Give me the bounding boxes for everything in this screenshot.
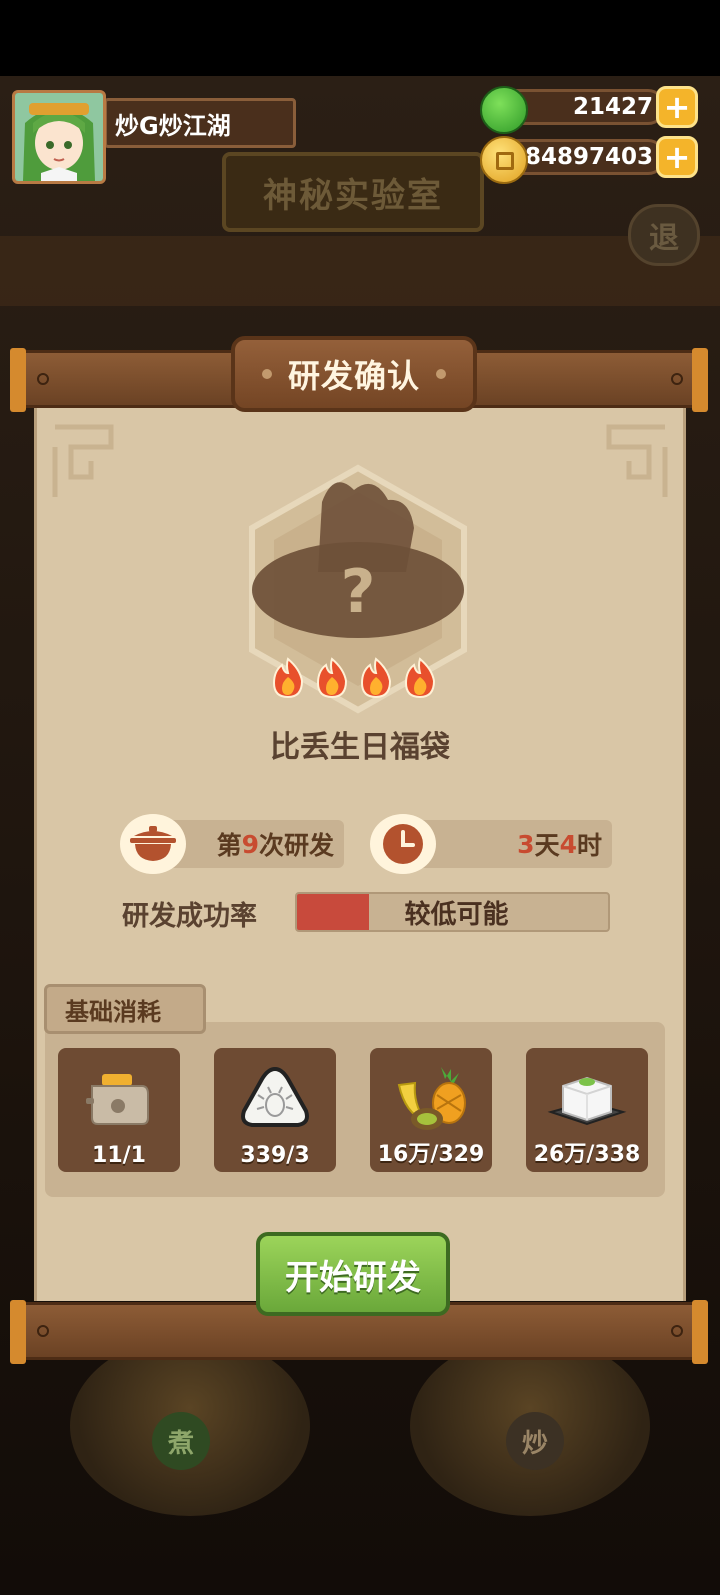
crab-riceball-icon [214, 1056, 336, 1140]
toaster-icon [58, 1056, 180, 1140]
coin-icon [480, 136, 528, 184]
success-rate-label: 研发成功率 [122, 901, 257, 932]
start-research-label: 开始研发 [285, 1257, 421, 1298]
title-dot [261, 369, 272, 379]
player-name: 炒G炒江湖 [104, 98, 296, 148]
dialog-title: 研发确认 [231, 336, 477, 412]
svg-text:?: ? [341, 557, 376, 627]
scroll-cap [692, 348, 708, 412]
time-hour-unit: 时 [576, 831, 602, 860]
scroll-cap [10, 348, 26, 412]
title-dot [436, 369, 446, 379]
success-rate-text: 较低可能 [404, 899, 509, 930]
cost-item-fruit-basket[interactable]: 16万/329 [370, 1048, 492, 1172]
flame-icon [404, 657, 436, 699]
clock-icon [370, 814, 436, 874]
fruit-basket-icon [370, 1056, 492, 1140]
attempt-prefix: 第 [216, 831, 242, 860]
dish-name: 比丢生日福袋 [270, 730, 450, 765]
cost-count: 11/1 [92, 1143, 146, 1168]
exit-button[interactable]: 退 [628, 204, 700, 266]
fry-button[interactable]: 炒 [506, 1412, 564, 1470]
corner-ornament-left [52, 424, 114, 497]
scroll-cap [10, 1300, 26, 1364]
add-coins-button[interactable]: + [656, 136, 698, 178]
corner-ornament-right [606, 424, 668, 497]
rivet [37, 373, 49, 385]
background-shelf [0, 236, 720, 306]
time-day-unit: 天 [534, 831, 560, 860]
flame-icon [272, 657, 304, 699]
player-name-text: 炒G炒江湖 [115, 111, 231, 140]
attempt-suffix: 次研发 [258, 831, 334, 860]
cost-item-toaster[interactable]: 11/1 [58, 1048, 180, 1172]
rivet [671, 373, 683, 385]
add-jade-button[interactable]: + [656, 86, 698, 128]
boil-button[interactable]: 煮 [152, 1412, 210, 1470]
rivet [37, 1325, 49, 1337]
jade-amount: 21427 [572, 94, 653, 120]
tofu-plate-icon [526, 1056, 648, 1140]
start-research-button[interactable]: 开始研发 [256, 1232, 450, 1316]
time-days: 3 [517, 829, 535, 859]
scroll-cap [692, 1300, 708, 1364]
cooking-pot-icon [120, 814, 186, 874]
base-cost-label: 基础消耗 [65, 997, 161, 1026]
cost-count: 16万/329 [377, 1142, 485, 1167]
time-hours: 4 [559, 829, 577, 859]
lab-title-sign: 神秘实验室 [222, 152, 484, 232]
jade-icon [480, 86, 528, 134]
difficulty-flames [270, 655, 450, 701]
flame-icon [360, 657, 392, 699]
flame-icon [316, 657, 348, 699]
cost-item-tofu[interactable]: 26万/338 [526, 1048, 648, 1172]
avatar[interactable] [12, 90, 106, 184]
dialog-title-text: 研发确认 [287, 357, 420, 395]
base-cost-tab: 基础消耗 [44, 984, 206, 1034]
cost-item-crab-riceball[interactable]: 339/3 [214, 1048, 336, 1172]
cost-count: 339/3 [240, 1143, 310, 1168]
coin-amount: 84897403 [524, 144, 653, 170]
avatar-portrait-icon [15, 93, 103, 181]
success-rate-bar: 较低可能 [295, 892, 610, 932]
rivet [671, 1325, 683, 1337]
cost-count: 26万/338 [533, 1142, 641, 1167]
attempt-number: 9 [241, 829, 259, 859]
